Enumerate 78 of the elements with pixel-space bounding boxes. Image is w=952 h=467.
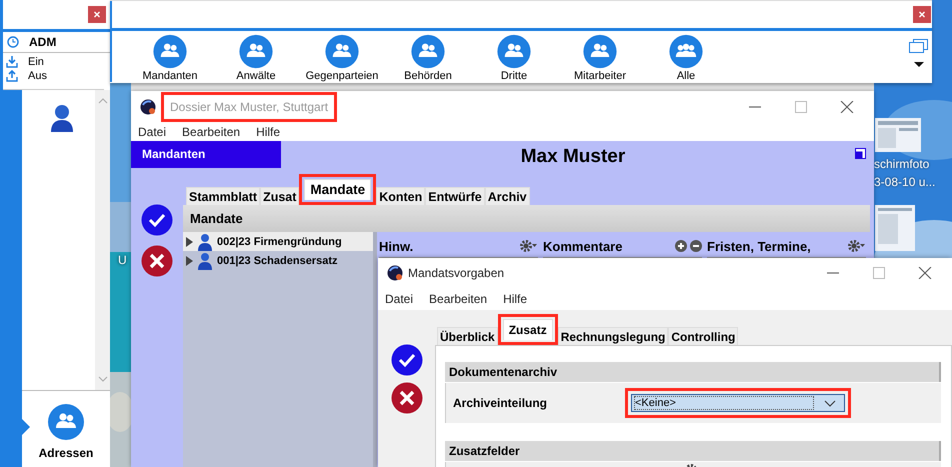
menu-item[interactable]: Bearbeiten xyxy=(182,125,240,139)
people-icon xyxy=(237,34,275,69)
tab[interactable]: Controlling xyxy=(668,327,738,345)
menu-item[interactable]: Datei xyxy=(138,125,166,139)
people-icon xyxy=(495,34,533,69)
clock-icon xyxy=(7,36,19,48)
group-heading: Dokumentenarchiv xyxy=(445,362,941,382)
icon-label: 3-08-10 u... xyxy=(874,174,936,191)
tab[interactable]: Zusatz xyxy=(502,319,553,340)
add-icon[interactable] xyxy=(675,240,687,252)
menu-item[interactable]: Bearbeiten xyxy=(429,292,488,306)
toolbar-button[interactable]: Dritte xyxy=(471,31,557,82)
toolbar-button[interactable]: Mitarbeiter xyxy=(557,31,643,82)
close-icon[interactable] xyxy=(840,101,854,113)
client-name: Max Muster xyxy=(520,145,626,168)
user-name: ADM xyxy=(29,35,56,49)
upload-icon xyxy=(6,70,18,82)
confirm-button[interactable] xyxy=(390,344,422,376)
person-icon xyxy=(49,104,75,132)
toolbar-button[interactable]: Behörden xyxy=(385,31,471,82)
person-icon xyxy=(197,232,213,250)
toolbar-button[interactable]: Alle xyxy=(643,31,729,82)
remove-icon[interactable] xyxy=(690,240,702,252)
toolbar-button[interactable]: Anwälte xyxy=(213,31,299,82)
chevron-icon xyxy=(824,400,836,406)
windows-icon[interactable] xyxy=(909,39,928,53)
nav-button[interactable]: Adressen xyxy=(38,403,94,460)
group-icon xyxy=(667,34,705,69)
dropdown-arrow-icon[interactable] xyxy=(914,62,924,67)
menu-item[interactable]: Hilfe xyxy=(256,125,280,139)
menu-item[interactable]: Hilfe xyxy=(503,292,528,306)
action-link[interactable]: Ein xyxy=(6,55,101,69)
tab[interactable]: Zusat xyxy=(260,187,300,205)
menu-item[interactable]: Datei xyxy=(385,292,414,306)
group-heading: Zusatzfelder xyxy=(445,441,941,461)
tree-item[interactable]: 002|23 Firmengründung xyxy=(183,232,373,251)
people-icon xyxy=(581,34,619,69)
close-button[interactable] xyxy=(913,6,931,23)
column-title: Kommentare xyxy=(543,238,622,254)
confirm-button[interactable] xyxy=(141,204,173,236)
people-icon xyxy=(151,34,189,69)
close-button[interactable] xyxy=(88,6,106,23)
icon-label: U xyxy=(118,253,127,267)
tab[interactable]: Entwürfe xyxy=(425,187,485,205)
cancel-button[interactable] xyxy=(141,245,173,277)
file-thumbnail-icon[interactable] xyxy=(875,118,921,152)
app-icon xyxy=(140,99,156,115)
tab[interactable]: Stammblatt xyxy=(186,187,260,205)
column-title: Fristen, Termine, xyxy=(707,238,811,254)
tree-item[interactable]: 001|23 Schadensersatz xyxy=(183,251,373,270)
restore-icon[interactable] xyxy=(855,148,866,159)
dropdown[interactable]: <Keine> xyxy=(631,394,845,412)
column-title: Hinw. xyxy=(379,238,414,254)
window-title: Mandatsvorgaben xyxy=(408,266,504,280)
toolbar-button[interactable]: Gegenparteien xyxy=(299,31,385,82)
tab[interactable]: Archiv xyxy=(484,187,530,205)
window-title: Dossier Max Muster, Stuttgart xyxy=(170,100,328,114)
file-thumbnail-icon[interactable] xyxy=(875,205,915,251)
settings-icon[interactable] xyxy=(519,238,538,254)
tab[interactable]: Rechnungslegung xyxy=(558,327,668,345)
tab[interactable]: Überblick xyxy=(437,327,498,345)
person-icon xyxy=(197,252,213,270)
tab[interactable]: Mandate xyxy=(304,179,372,200)
section-label: Mandanten xyxy=(131,141,281,168)
icon-label: schirmfoto xyxy=(874,156,930,173)
settings-icon[interactable] xyxy=(847,238,866,254)
close-icon[interactable] xyxy=(918,267,932,279)
app-icon xyxy=(387,265,403,281)
action-link[interactable]: Aus xyxy=(6,69,101,83)
people-icon xyxy=(46,403,85,441)
field-label: Archiveinteilung xyxy=(453,396,548,410)
cancel-button[interactable] xyxy=(390,382,422,414)
download-icon xyxy=(6,56,18,68)
people-icon xyxy=(409,34,447,69)
people-icon xyxy=(323,34,361,69)
tab[interactable]: Konten xyxy=(376,187,426,205)
panel-heading: Mandate xyxy=(183,205,870,232)
toolbar-button[interactable]: Mandanten xyxy=(127,31,213,82)
